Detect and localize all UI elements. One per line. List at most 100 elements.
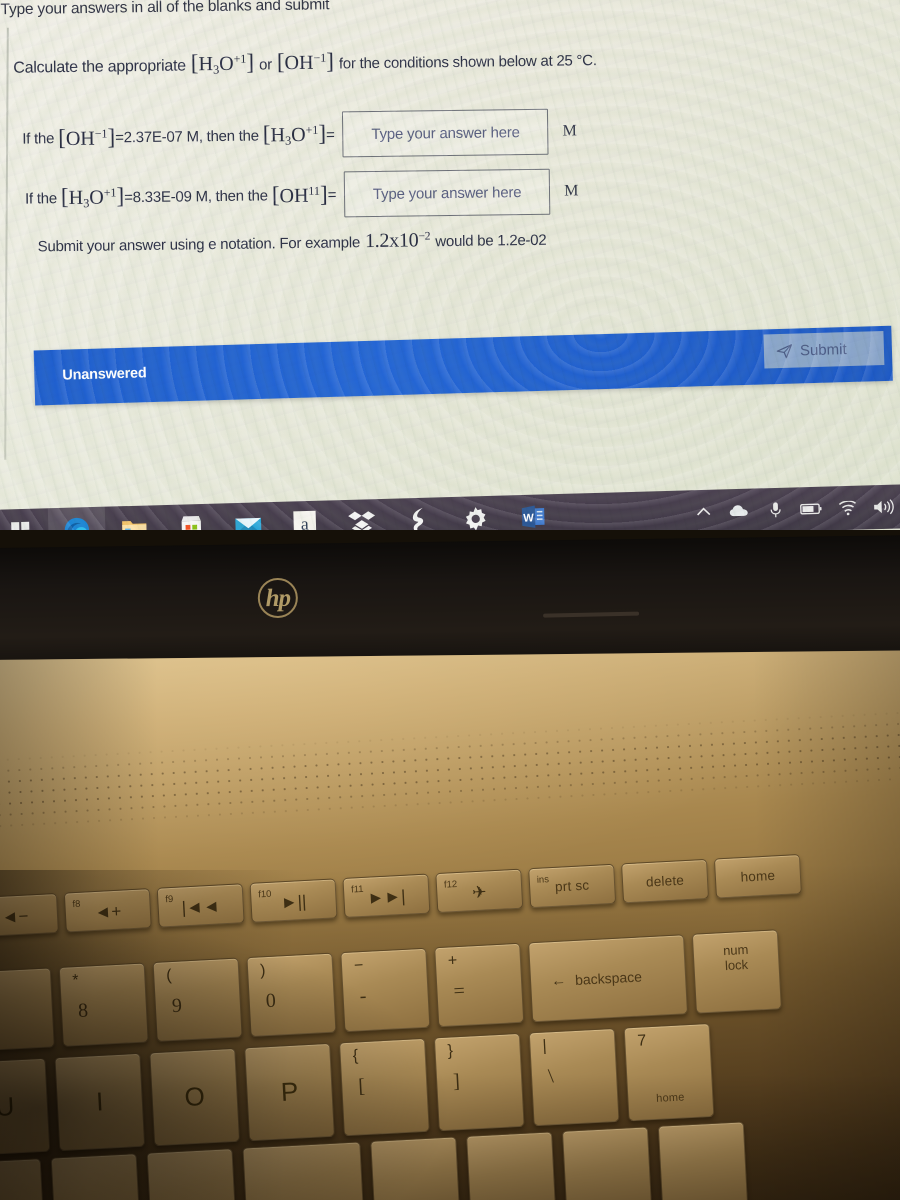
onedrive-status[interactable] [721,488,758,530]
key-f12-airplane-mode[interactable]: f12 ✈ [435,868,524,914]
settings-button[interactable] [447,496,505,530]
speaker-icon [873,499,894,515]
bezel-vent-slot [543,611,640,618]
key-o-label: O [183,1081,206,1113]
row2-if-label: If the [24,189,58,208]
key-7[interactable]: & 7 [0,967,55,1052]
key-bottom-8[interactable] [657,1121,749,1200]
key-backspace[interactable]: ← backspace [528,934,689,1023]
key-bottom-6[interactable] [466,1131,557,1200]
mail-button[interactable] [219,502,277,530]
laptop-screen-photo: Type your answers in all of the blanks a… [0,0,900,1200]
key-hyphen[interactable]: − - [340,947,431,1033]
key-0[interactable]: ) 0 [246,952,337,1038]
submit-button[interactable]: Submit [763,330,885,369]
file-explorer-button[interactable] [105,505,163,530]
word-button[interactable]: W [504,494,562,530]
key-print-screen[interactable]: ins prt sc [528,863,617,909]
key-numpad-7-home[interactable]: 7 home [623,1022,715,1122]
battery-icon [800,503,822,515]
key-right-bracket[interactable]: } ] [433,1032,525,1132]
laptop-display: Type your answers in all of the blanks a… [0,0,900,530]
key-f11[interactable]: f11 ►►| [342,873,431,918]
key-pipe-upper: | [542,1037,548,1055]
row1-unit: M [562,122,577,140]
row1-target-species: [H3O+1] [262,120,327,148]
key-bottom-5[interactable] [370,1136,462,1200]
submit-button-label: Submit [799,340,847,359]
key-p-label: P [280,1076,299,1107]
key-bottom-3[interactable] [146,1148,238,1200]
key-left-brace-upper: { [352,1047,359,1065]
dropbox-button[interactable] [333,499,391,530]
answer-input-2[interactable] [343,168,551,218]
key-9-lower: 9 [171,994,183,1018]
row2-target-equals: = [327,185,337,204]
paper-plane-icon [776,343,792,358]
microsoft-edge-icon [64,517,90,530]
key-numpad7-home-label: home [655,1091,685,1105]
microsoft-store-button[interactable] [162,504,220,530]
key-i-label: I [95,1086,105,1117]
key-hyphen-upper: − [353,957,364,975]
row2-target-species: [OH11] [271,181,328,208]
edge-button[interactable] [47,506,106,530]
key-8-lower: 8 [77,999,89,1022]
key-numlock-label: num lock [722,941,749,974]
gear-icon [465,506,486,530]
network-status[interactable] [828,485,865,530]
key-equals[interactable]: + = [434,942,525,1028]
key-f11-glyph: ►►| [366,886,406,908]
key-f7[interactable]: f7 ◄− [0,892,59,938]
answer-input-1[interactable] [342,108,549,158]
lightning-button[interactable] [390,497,448,530]
key-num-lock[interactable]: num lock [691,929,782,1014]
row2-given-value: 8.33E-09 M, then the [132,186,268,206]
key-p[interactable]: P [244,1042,335,1142]
key-bottom-7[interactable] [561,1126,653,1200]
show-hidden-icons[interactable] [685,489,722,530]
key-o[interactable]: O [149,1047,241,1147]
volume-status[interactable] [864,484,900,529]
key-9-upper: ( [165,967,173,985]
battery-status[interactable] [792,486,829,530]
row1-target-equals: = [325,126,335,144]
key-f8[interactable]: f8 ◄+ [63,888,152,933]
speaker-grille [0,706,900,837]
key-equals-upper: + [447,952,458,970]
key-backslash[interactable]: | \ [528,1027,620,1127]
microphone-status[interactable] [757,487,794,530]
row2-unit: M [564,182,579,200]
key-f9-glyph: |◄◄ [181,895,221,917]
key-8[interactable]: * 8 [58,962,149,1047]
key-equals-lower: = [452,979,466,1003]
windows-start-icon [10,521,29,530]
key-u[interactable]: U [0,1057,51,1157]
webpage-background [0,0,900,530]
amazon-button[interactable]: a [276,500,334,530]
key-right-bracket-lower: ] [452,1070,461,1093]
key-home-label: home [740,867,776,885]
cloud-icon [729,505,748,517]
key-delete-label: delete [645,872,685,890]
key-9[interactable]: ( 9 [152,957,243,1042]
key-0-lower: 0 [265,989,277,1013]
key-f10[interactable]: f10 ►|| [249,878,338,923]
start-button[interactable] [0,508,49,530]
key-home[interactable]: home [713,854,802,899]
key-hyphen-lower: - [359,984,367,1008]
key-bottom-4[interactable] [242,1141,366,1200]
prompt-species-hydronium: [H3O+1] [190,49,255,77]
key-bottom-1[interactable] [0,1158,46,1200]
status-badge: Unanswered [62,365,147,384]
key-backslash-lower: \ [547,1065,555,1088]
key-bottom-2[interactable] [50,1153,142,1200]
key-right-brace-upper: } [447,1042,454,1060]
key-delete[interactable]: delete [621,858,710,904]
dropbox-icon [348,510,376,530]
key-f9[interactable]: f9 |◄◄ [156,883,245,928]
key-left-bracket-lower: [ [357,1075,366,1098]
row2-equals: = [124,188,133,206]
key-left-bracket[interactable]: { [ [339,1037,430,1137]
key-i[interactable]: I [54,1052,146,1152]
